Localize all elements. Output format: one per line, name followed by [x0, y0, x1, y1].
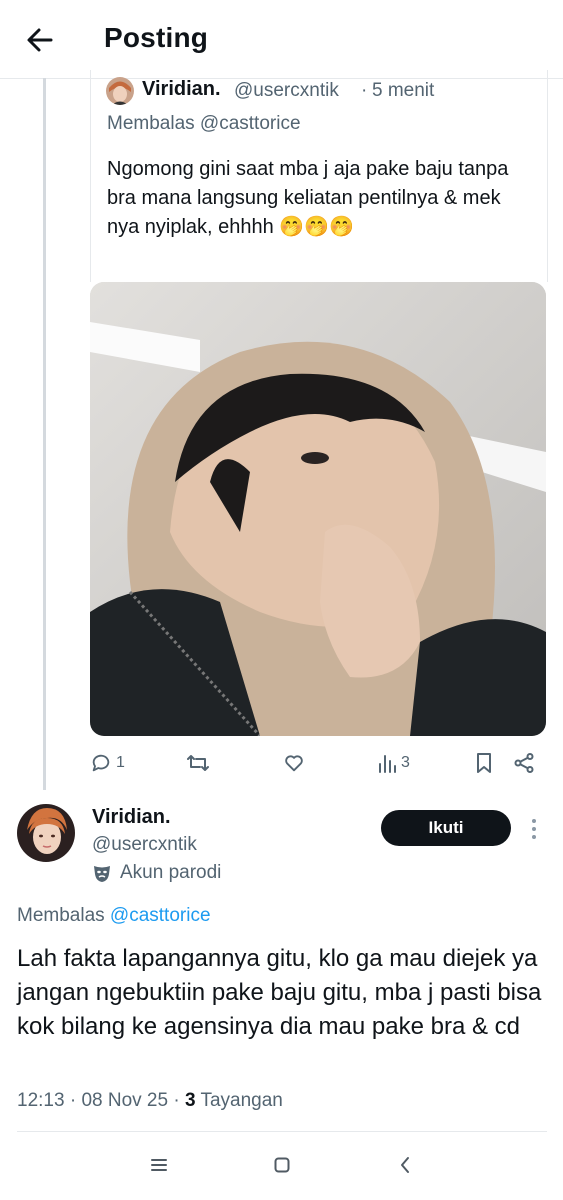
- arrow-left-icon: [27, 28, 53, 52]
- post-time[interactable]: 12:13: [17, 1090, 65, 1111]
- quoted-post-time[interactable]: 5 menit: [372, 80, 434, 102]
- main-post-handle[interactable]: @usercxntik: [92, 834, 197, 856]
- repost-arrows-icon: [187, 755, 209, 771]
- theater-mask-icon: [94, 866, 110, 882]
- system-back-button[interactable]: [388, 1150, 422, 1180]
- reply-action[interactable]: 1: [90, 750, 125, 776]
- share-action[interactable]: [512, 750, 536, 776]
- main-post-text: Lah fakta lapangannya gitu, klo ga mau d…: [17, 945, 542, 1040]
- thread-line: [43, 78, 46, 790]
- quoted-post-replying-to: Membalas @casttorice: [107, 113, 301, 134]
- parody-label: Akun parodi: [92, 862, 221, 884]
- more-options-button[interactable]: [524, 816, 544, 842]
- post-date[interactable]: 08 Nov 25: [81, 1090, 168, 1111]
- chevron-left-icon: [401, 1157, 409, 1173]
- page-title: Posting: [104, 22, 209, 53]
- parody-label-text: Akun parodi: [120, 862, 222, 883]
- share-icon: [514, 753, 534, 773]
- repost-action[interactable]: [186, 750, 214, 776]
- heart-icon: [285, 755, 303, 772]
- back-button[interactable]: [22, 22, 58, 58]
- like-action[interactable]: [283, 750, 309, 776]
- home-button[interactable]: [265, 1150, 299, 1180]
- vertical-dots-icon: [532, 819, 536, 823]
- meta-separator: ·: [69, 1090, 77, 1111]
- post-views-count[interactable]: 3: [185, 1090, 196, 1111]
- post-views-label: Tayangan: [200, 1090, 283, 1111]
- post-media-image[interactable]: [90, 282, 546, 736]
- replying-prefix: Membalas: [17, 905, 110, 926]
- divider: [17, 1131, 547, 1132]
- bookmark-action[interactable]: [474, 750, 494, 776]
- main-post-meta: 12:13 · 08 Nov 25 · 3 Tayangan: [17, 1090, 283, 1112]
- follow-button[interactable]: Ikuti: [381, 810, 511, 846]
- meta-separator: ·: [173, 1090, 180, 1111]
- quoted-post-author-name[interactable]: Viridian.: [142, 78, 221, 101]
- quoted-post-avatar[interactable]: [106, 77, 134, 105]
- quoted-post-handle[interactable]: @usercxntik: [234, 80, 339, 102]
- speech-bubble-icon: [92, 754, 110, 772]
- main-post-replying-to: Membalas @casttorice: [17, 905, 211, 927]
- meta-separator: ·: [361, 80, 368, 101]
- bar-chart-icon: [379, 755, 396, 773]
- views-action[interactable]: 3: [377, 750, 410, 776]
- reply-count: 1: [116, 754, 125, 771]
- square-icon: [274, 1157, 290, 1173]
- quoted-post-text: Ngomong gini saat mba j aja pake baju ta…: [107, 158, 509, 238]
- menu-lines-icon: [151, 1159, 167, 1171]
- app-header: [0, 0, 563, 79]
- main-post-avatar[interactable]: [17, 804, 75, 862]
- views-count: 3: [401, 754, 410, 771]
- bookmark-icon: [477, 753, 491, 773]
- replying-handle-link[interactable]: @casttorice: [110, 905, 211, 926]
- recent-apps-button[interactable]: [142, 1150, 176, 1180]
- main-post-author-name[interactable]: Viridian.: [92, 806, 171, 829]
